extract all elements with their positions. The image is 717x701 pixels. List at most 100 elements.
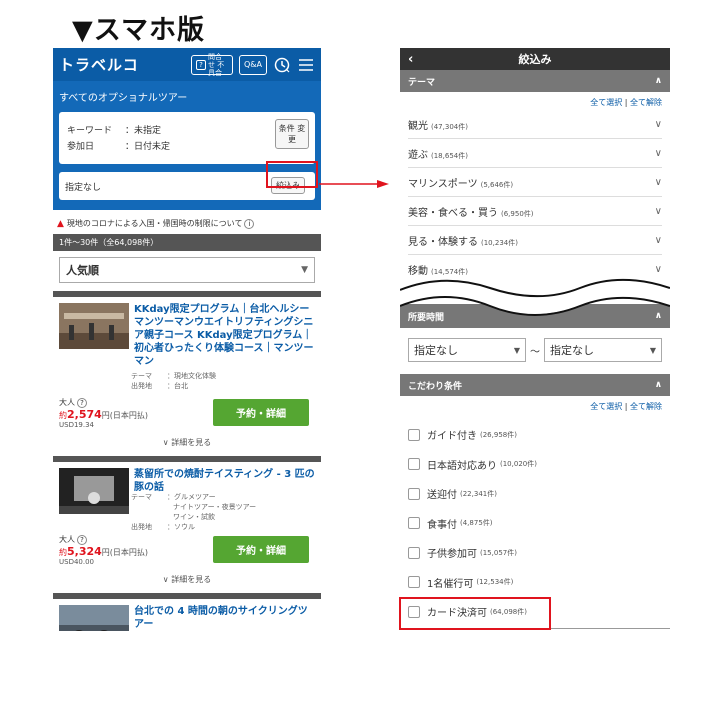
dropdown-icon: ▼ bbox=[649, 345, 656, 355]
price-area: 大人? 約5,324円(日本円払) USD40.00 予約・詳細 bbox=[59, 534, 315, 570]
meta-value: ：台北 bbox=[167, 382, 188, 390]
duration-from-value: 指定なし bbox=[414, 344, 458, 357]
detail-label: 詳細を見る bbox=[171, 575, 212, 584]
duration-from-select[interactable]: 指定なし ▼ bbox=[408, 338, 526, 362]
book-button[interactable]: 予約・詳細 bbox=[213, 399, 309, 426]
condition-checkbox[interactable]: 子供参加可 (15,057件) bbox=[408, 538, 662, 568]
theme-count: (10,234件) bbox=[481, 238, 518, 247]
chevron-down-icon: ∨ bbox=[654, 234, 662, 246]
date-value: 日付未定 bbox=[134, 142, 171, 152]
select-all-row: 全て選択 | 全て解除 bbox=[590, 98, 662, 107]
condition-checkbox[interactable]: 日本語対応あり (10,020件) bbox=[408, 450, 662, 480]
notice-text: 現地のコロナによる入国・帰国時の制限について bbox=[66, 219, 243, 228]
theme-row[interactable]: 見る・体験する (10,234件) ∨ bbox=[408, 226, 662, 255]
meta-key: 出発地 bbox=[131, 382, 152, 390]
condition-count: (22,341件) bbox=[460, 489, 497, 498]
qa-button[interactable]: Q&A bbox=[238, 54, 267, 75]
change-conditions-button[interactable]: 条件 変更 bbox=[275, 119, 309, 149]
theme-section-header[interactable]: テーマ ∧ bbox=[400, 70, 670, 92]
checkbox[interactable] bbox=[408, 428, 420, 441]
question-icon: ? bbox=[195, 59, 206, 70]
tour-thumbnail bbox=[59, 303, 129, 349]
theme-count: (14,574件) bbox=[431, 268, 468, 276]
chevron-up-icon: ∧ bbox=[654, 76, 662, 86]
select-all-link[interactable]: 全て選択 bbox=[590, 98, 622, 107]
back-icon[interactable]: ‹ bbox=[408, 52, 413, 67]
adult-label: 大人 bbox=[59, 398, 75, 407]
price-suffix: 円(日本円払) bbox=[101, 548, 149, 557]
result-count: 1件〜30件（全64,098件） bbox=[53, 234, 321, 251]
list-item[interactable]: KKday限定プログラム｜台北ヘルシーマンツーマンウエイトリフティングシニア親子… bbox=[53, 297, 321, 456]
condition-checkbox[interactable]: ガイド付き (26,958件) bbox=[408, 420, 662, 450]
meta-key bbox=[131, 502, 167, 512]
duration-to-select[interactable]: 指定なし ▼ bbox=[544, 338, 662, 362]
sort-select[interactable]: 人気順 ▼ bbox=[59, 257, 315, 283]
warning-icon: ▲ bbox=[57, 218, 64, 229]
app-header: トラベルコ ? 問合せ 不具合 Q&A bbox=[53, 48, 321, 81]
checkbox[interactable] bbox=[408, 517, 420, 530]
checkbox[interactable] bbox=[408, 576, 420, 589]
condition-count: (15,057件) bbox=[480, 548, 517, 557]
condition-label: 子供参加可 bbox=[427, 549, 477, 561]
help-icon[interactable]: ? bbox=[77, 397, 87, 408]
select-all-link[interactable]: 全て選択 bbox=[590, 402, 622, 411]
theme-row[interactable]: マリンスポーツ (5,646件) ∨ bbox=[408, 168, 662, 197]
price-area: 大人? 約2,574円(日本円払) USD19.34 予約・詳細 bbox=[59, 397, 315, 433]
detail-toggle[interactable]: ∨ 詳細を見る bbox=[59, 433, 315, 452]
condition-label: 送迎付 bbox=[427, 490, 457, 502]
checkbox[interactable] bbox=[408, 487, 420, 500]
condition-label: 1名催行可 bbox=[427, 578, 474, 590]
tour-title[interactable]: KKday限定プログラム｜台北ヘルシーマンツーマンウエイトリフティングシニア親子… bbox=[134, 303, 315, 368]
checkbox[interactable] bbox=[408, 458, 420, 471]
checkbox[interactable] bbox=[408, 546, 420, 559]
chevron-down-icon: ∨ bbox=[162, 575, 172, 584]
highlight-box bbox=[399, 597, 551, 630]
conditions-section-label: こだわり条件 bbox=[408, 381, 463, 392]
price-suffix: 円(日本円払) bbox=[101, 411, 149, 420]
book-button[interactable]: 予約・詳細 bbox=[213, 536, 309, 563]
condition-checkbox[interactable]: 食事付 (4,875件) bbox=[408, 509, 662, 539]
detail-label: 詳細を見る bbox=[171, 438, 212, 447]
inquiry-button[interactable]: ? 問合せ 不具合 bbox=[190, 53, 233, 77]
filter-value: 指定なし bbox=[65, 182, 102, 193]
clear-all-link[interactable]: 全て解除 bbox=[630, 402, 662, 411]
condition-checkbox[interactable]: 送迎付 (22,341件) bbox=[408, 479, 662, 509]
theme-row[interactable]: 観光 (47,304件) ∨ bbox=[408, 110, 662, 139]
mobile-results-screen: トラベルコ ? 問合せ 不具合 Q&A すべてのオプショナルツアー キーワード：… bbox=[53, 48, 321, 631]
conditions-section: こだわり条件 ∧ 全て選択 | 全て解除 ガイド付き (26,958件) 日本語対… bbox=[400, 374, 670, 627]
adult-label: 大人 bbox=[59, 535, 75, 544]
theme-label: 美容・食べる・買う bbox=[408, 207, 498, 219]
detail-toggle[interactable]: ∨ 詳細を見る bbox=[59, 570, 315, 589]
keyword-label: キーワード bbox=[67, 126, 113, 136]
meta-key bbox=[131, 512, 167, 522]
tour-title[interactable]: 台北での 4 時間の朝のサイクリングツアー bbox=[134, 605, 315, 631]
theme-row[interactable]: 遊ぶ (18,654件) ∨ bbox=[408, 139, 662, 168]
price-value: 2,574 bbox=[67, 408, 102, 421]
dropdown-icon: ▼ bbox=[301, 265, 308, 275]
duration-selects: 指定なし ▼ 〜 指定なし ▼ bbox=[400, 338, 670, 362]
theme-label: マリンスポーツ bbox=[408, 178, 478, 190]
logo[interactable]: トラベルコ bbox=[59, 54, 185, 75]
menu-icon[interactable] bbox=[297, 56, 315, 74]
truncation-wave bbox=[400, 278, 670, 316]
condition-label: 食事付 bbox=[427, 519, 457, 531]
history-icon[interactable] bbox=[273, 56, 291, 74]
clear-all-link[interactable]: 全て解除 bbox=[630, 98, 662, 107]
meta-value: ：グルメツアー bbox=[167, 493, 216, 501]
theme-row[interactable]: 美容・食べる・買う (6,950件) ∨ bbox=[408, 197, 662, 226]
theme-count: (5,646件) bbox=[480, 180, 514, 189]
list-item[interactable]: 蒸留所での焼酎テイスティング - 3 匹の豚の話 テーマ ：グルメツアー ナイトツ… bbox=[53, 462, 321, 593]
conditions-section-header[interactable]: こだわり条件 ∧ bbox=[400, 374, 670, 396]
covid-notice[interactable]: ▲ 現地のコロナによる入国・帰国時の制限について i bbox=[53, 210, 321, 234]
help-icon[interactable]: ? bbox=[77, 534, 87, 545]
theme-label: 遊ぶ bbox=[408, 149, 428, 161]
chevron-up-icon: ∧ bbox=[654, 380, 662, 390]
duration-to-value: 指定なし bbox=[550, 344, 594, 357]
condition-checkbox[interactable]: 1名催行可 (12,534件) bbox=[408, 568, 662, 598]
list-item[interactable]: 台北での 4 時間の朝のサイクリングツアー bbox=[53, 599, 321, 631]
tour-thumbnail bbox=[59, 605, 129, 631]
highlight-box bbox=[266, 161, 318, 188]
filter-title: 絞込み bbox=[518, 53, 552, 66]
theme-count: (6,950件) bbox=[501, 209, 534, 218]
price-prefix: 約 bbox=[59, 548, 67, 557]
